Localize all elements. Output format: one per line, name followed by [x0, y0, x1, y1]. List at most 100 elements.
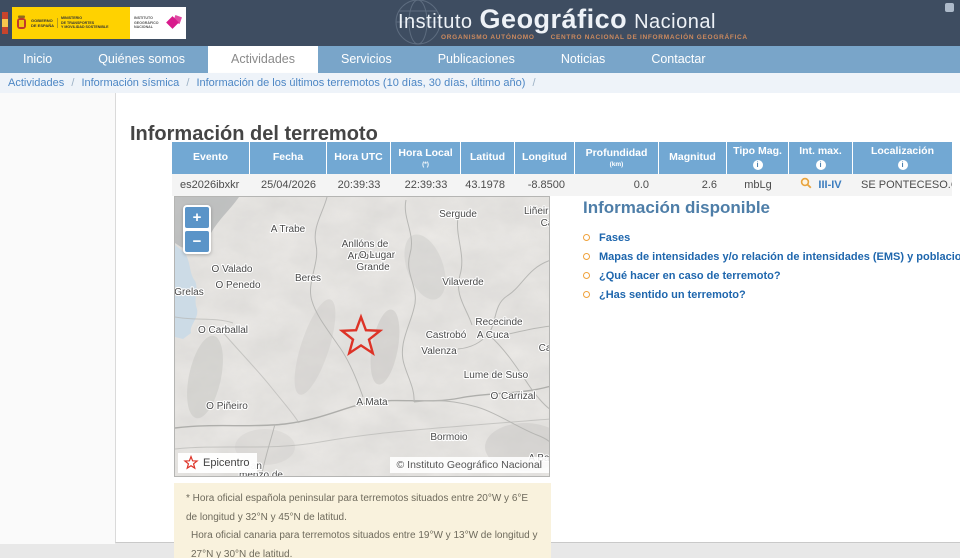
column-header-magnitud: Magnitud — [659, 142, 727, 174]
cell-localizacion: SE PONTECESO.C — [853, 174, 952, 196]
ign-logo-icon — [166, 15, 182, 31]
map-place-label: Sergude — [439, 209, 477, 220]
column-label: Fecha — [273, 152, 303, 164]
link-has-sentido[interactable]: ¿Has sentido un terremoto? — [599, 289, 746, 301]
cell-profundidad: 0.0 — [575, 174, 659, 196]
link-fases[interactable]: Fases — [599, 232, 630, 244]
circle-bullet-icon — [583, 253, 590, 260]
epicenter-map[interactable]: A TrabeAnllóns deArribaO ValadoO PenedoB… — [174, 196, 550, 477]
column-header-profundidad: Profundidad (km) — [575, 142, 659, 174]
map-place-label: Valenza — [421, 346, 457, 357]
cell-evento: es2026ibxkr — [172, 174, 250, 196]
map-place-label: Bormoio — [430, 432, 468, 443]
column-label: Magnitud — [669, 152, 716, 164]
map-place-label: Lume de Suso — [464, 370, 529, 381]
coat-of-arms-icon — [15, 14, 28, 32]
map-zoom-control: + − — [183, 205, 211, 254]
map-place-label: O Valado — [212, 264, 253, 275]
breadcrumb-informacion-sismica[interactable]: Información sísmica — [81, 77, 179, 89]
map-place-label: A Cuca — [477, 330, 510, 341]
gobierno-box: GOBIERNO DE ESPAÑA MINISTERIO DE TRANSPO… — [12, 7, 130, 39]
info-icon[interactable]: i — [753, 160, 763, 170]
main-nav: Inicio Quiénes somos Actividades Servici… — [0, 46, 960, 73]
map-place-label: Ca — [541, 218, 550, 229]
site-title: Instituto Geográfico Nacional — [398, 4, 716, 35]
column-header-hora-utc: Hora UTC — [327, 142, 391, 174]
link-que-hacer[interactable]: ¿Qué hacer en caso de terremoto? — [599, 270, 781, 282]
page: GOBIERNO DE ESPAÑA MINISTERIO DE TRANSPO… — [0, 0, 960, 558]
info-icon[interactable]: i — [816, 160, 826, 170]
zoom-in-button[interactable]: + — [185, 207, 209, 228]
info-panel-title: Información disponible — [583, 198, 958, 218]
info-icon[interactable]: i — [898, 160, 908, 170]
link-mapas-intensidades[interactable]: Mapas de intensidades y/o relación de in… — [599, 251, 960, 263]
column-header-longitud: Longitud — [515, 142, 575, 174]
ministerio-label: MINISTERIO DE TRANSPORTES Y MOVILIDAD SO… — [61, 16, 108, 30]
list-item: Mapas de intensidades y/o relación de in… — [583, 251, 958, 263]
nav-item-servicios[interactable]: Servicios — [318, 46, 415, 73]
breadcrumb-separator: / — [71, 77, 74, 89]
site-title-word2: Geográfico — [480, 4, 628, 35]
breadcrumb: Actividades / Información sísmica / Info… — [0, 73, 960, 93]
page-left-margin — [0, 93, 115, 544]
column-header-int-max: Int. max. i — [789, 142, 853, 174]
column-label: Profundidad — [586, 148, 648, 160]
breadcrumb-separator: / — [532, 77, 535, 89]
magnifier-icon[interactable] — [800, 177, 812, 189]
map-place-label: Rececinde — [475, 317, 523, 328]
site-subtitle-left: ORGANISMO AUTÓNOMO — [441, 34, 535, 41]
cell-hora-local: 22:39:33 — [391, 174, 461, 196]
list-item: Fases — [583, 232, 958, 244]
footnote-line2: Hora oficial canaria para terremotos sit… — [186, 527, 539, 558]
table-header-row: Evento Fecha Hora UTC Hora Local (*) Lat… — [172, 142, 952, 174]
site-title-word3: Nacional — [634, 11, 716, 34]
info-panel: Información disponible Fases Mapas de in… — [583, 198, 958, 308]
column-header-hora-local: Hora Local (*) — [391, 142, 461, 174]
circle-bullet-icon — [583, 272, 590, 279]
site-header: GOBIERNO DE ESPAÑA MINISTERIO DE TRANSPO… — [0, 0, 960, 46]
map-place-label: Ca — [539, 343, 550, 354]
column-label: Localización — [871, 146, 934, 158]
nav-item-quienes-somos[interactable]: Quiénes somos — [75, 46, 208, 73]
gobierno-label: GOBIERNO DE ESPAÑA — [31, 18, 58, 28]
column-sublabel: (km) — [610, 161, 624, 168]
map-place-label: Vilaverde — [442, 277, 484, 288]
map-place-label: Beres — [295, 273, 321, 284]
footnote-line1: * Hora oficial española peninsular para … — [186, 490, 539, 527]
nav-item-contactar[interactable]: Contactar — [628, 46, 728, 73]
column-label: Hora UTC — [334, 152, 382, 164]
map-attribution: © Instituto Geográfico Nacional — [390, 457, 549, 473]
time-footnote: * Hora oficial española peninsular para … — [174, 483, 551, 558]
breadcrumb-ultimos-terremotos[interactable]: Información de los últimos terremotos (1… — [196, 77, 525, 89]
map-legend: Epicentro — [178, 453, 257, 473]
map-place-label: Grelas — [175, 287, 204, 298]
site-subtitle: ORGANISMO AUTÓNOMO CENTRO NACIONAL DE IN… — [441, 34, 748, 41]
map-place-label: A Trabe — [271, 224, 306, 235]
nav-item-actividades[interactable]: Actividades — [208, 46, 318, 73]
cell-latitud: 43.1978 — [461, 174, 515, 196]
nav-item-inicio[interactable]: Inicio — [0, 46, 75, 73]
map-place-label: Liñeiro — [524, 206, 550, 217]
cell-fecha: 25/04/2026 — [250, 174, 327, 196]
breadcrumb-actividades[interactable]: Actividades — [8, 77, 64, 89]
map-place-label: A Mata — [356, 397, 388, 408]
int-max-link[interactable]: III-IV — [818, 179, 841, 191]
government-logo[interactable]: GOBIERNO DE ESPAÑA MINISTERIO DE TRANSPO… — [2, 7, 186, 39]
nav-item-publicaciones[interactable]: Publicaciones — [415, 46, 538, 73]
map-canvas: A TrabeAnllóns deArribaO ValadoO PenedoB… — [175, 197, 550, 477]
column-header-latitud: Latitud — [461, 142, 515, 174]
ign-logo-box: INSTITUTO GEOGRÁFICO NACIONAL — [130, 7, 186, 39]
circle-bullet-icon — [583, 234, 590, 241]
column-label: Longitud — [522, 152, 567, 164]
column-header-evento: Evento — [172, 142, 250, 174]
circle-bullet-icon — [583, 291, 590, 298]
nav-item-noticias[interactable]: Noticias — [538, 46, 628, 73]
column-label: Int. max. — [799, 146, 842, 158]
zoom-out-button[interactable]: − — [185, 231, 209, 252]
legend-label: Epicentro — [203, 457, 249, 469]
site-title-word1: Instituto — [398, 11, 473, 34]
cell-magnitud: 2.6 — [659, 174, 727, 196]
map-place-label: Anllóns de — [342, 239, 389, 250]
header-corner-icon[interactable] — [945, 3, 954, 12]
cell-longitud: -8.8500 — [515, 174, 575, 196]
